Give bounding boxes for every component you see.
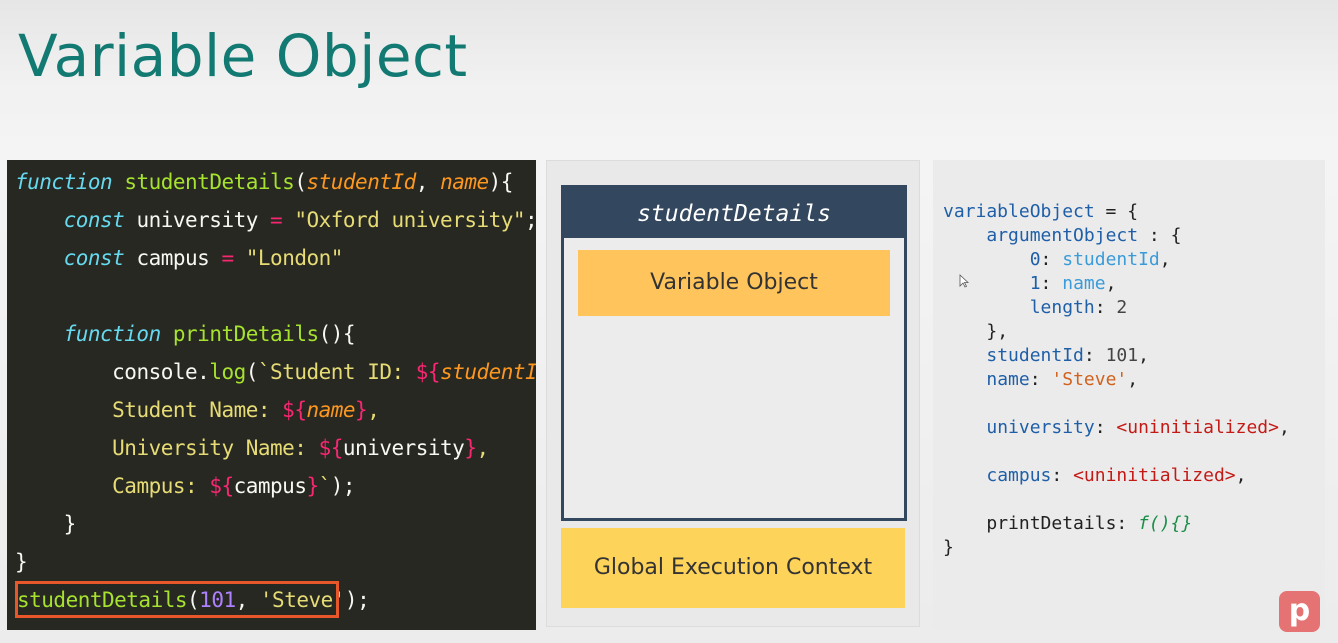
vo-line-15: } bbox=[943, 537, 954, 558]
code-line-1: function studentDetails(studentId, name)… bbox=[15, 170, 513, 194]
variable-object-box: Variable Object bbox=[578, 250, 890, 316]
code-line-7: Student Name: ${name}, bbox=[112, 398, 380, 422]
code-line-5: function printDetails(){ bbox=[63, 322, 356, 346]
vo-line-1: variableObject = { bbox=[943, 201, 1139, 222]
vo-line-3: 0: studentId, bbox=[1029, 249, 1171, 270]
variable-object-panel: variableObject = { argumentObject : { 0:… bbox=[933, 160, 1325, 630]
code-line-9: Campus: ${campus}`); bbox=[112, 474, 356, 498]
vo-line-7: studentId: 101, bbox=[986, 345, 1149, 366]
vo-line-14: printDetails: f(){} bbox=[986, 513, 1193, 534]
code-line-10: } bbox=[63, 512, 77, 536]
vo-line-10: university: <uninitialized>, bbox=[986, 417, 1290, 438]
code-line-6: console.log(`Student ID: ${studentId}, bbox=[112, 360, 536, 384]
code-line-3: const campus = "London" bbox=[63, 246, 344, 270]
function-call-highlight bbox=[15, 581, 339, 618]
vo-line-4: 1: name, bbox=[1029, 273, 1117, 294]
code-line-11: } bbox=[15, 550, 28, 574]
vo-line-6: }, bbox=[986, 321, 1009, 342]
execution-stack-panel: studentDetails Variable Object Global Ex… bbox=[546, 160, 920, 627]
function-execution-context: studentDetails Variable Object bbox=[561, 185, 907, 521]
mouse-cursor-icon bbox=[959, 274, 969, 288]
execution-context-header: studentDetails bbox=[564, 188, 904, 238]
vo-line-2: argumentObject : { bbox=[986, 225, 1182, 246]
code-line-8: University Name: ${university}, bbox=[112, 436, 489, 460]
code-line-2: const university = "Oxford university"; bbox=[63, 208, 536, 232]
brand-logo-icon: p bbox=[1279, 591, 1320, 632]
global-execution-context-box: Global Execution Context bbox=[561, 528, 905, 608]
slide-title: Variable Object bbox=[18, 22, 468, 90]
vo-line-12: campus: <uninitialized>, bbox=[986, 465, 1247, 486]
vo-line-5: length: 2 bbox=[1029, 297, 1128, 318]
code-editor-panel: function studentDetails(studentId, name)… bbox=[7, 160, 536, 630]
vo-line-8: name: 'Steve', bbox=[986, 369, 1139, 390]
